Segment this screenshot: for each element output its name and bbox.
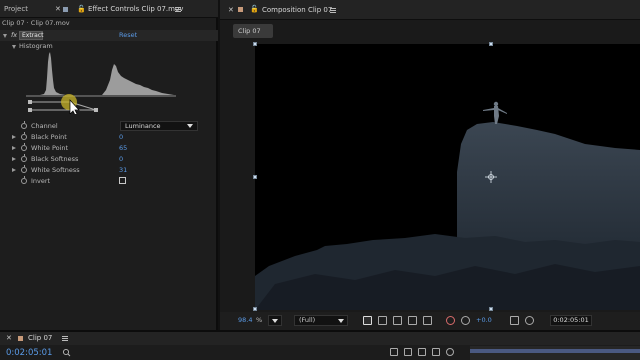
property-row-black-softness[interactable]: Black Softness 0 bbox=[0, 154, 218, 165]
layer-handle[interactable] bbox=[489, 307, 493, 311]
viewer-image bbox=[255, 101, 640, 310]
current-time-display[interactable]: 0:02:05:01 bbox=[550, 315, 592, 326]
resolution-dropdown[interactable]: (Full) bbox=[294, 315, 348, 326]
composition-tab-square-icon bbox=[238, 7, 243, 12]
comp-switch-icon[interactable] bbox=[390, 348, 398, 356]
timeline-timecode[interactable]: 0:02:05:01 bbox=[6, 348, 52, 358]
channel-dropdown-value: Luminance bbox=[125, 122, 161, 130]
exposure-offset[interactable]: +0.0 bbox=[476, 316, 492, 324]
histogram-graphic[interactable] bbox=[26, 50, 206, 114]
tab-effect-controls[interactable]: Effect Controls Clip 07.mov bbox=[88, 0, 183, 18]
timeline-tab-bar: ✕ Clip 07 bbox=[0, 332, 640, 345]
stopwatch-icon[interactable] bbox=[21, 154, 27, 162]
draft-3d-icon[interactable] bbox=[404, 348, 412, 356]
property-value[interactable]: 0 bbox=[119, 133, 123, 141]
frame-blending-icon[interactable] bbox=[432, 348, 440, 356]
zoom-unit: % bbox=[256, 316, 263, 324]
close-icon[interactable]: ✕ bbox=[228, 6, 234, 14]
expand-triangle-icon[interactable] bbox=[12, 135, 16, 139]
timeline-tab-square-icon bbox=[18, 336, 23, 341]
expand-triangle-icon[interactable] bbox=[12, 168, 16, 172]
show-snapshot-icon[interactable] bbox=[525, 316, 534, 325]
expand-triangle-icon[interactable] bbox=[12, 157, 16, 161]
viewer-toolbar: 98.4 % (Full) +0.0 0:02:05:01 bbox=[220, 312, 640, 330]
property-label: Channel bbox=[31, 122, 58, 130]
tab-timeline[interactable]: Clip 07 bbox=[28, 329, 52, 347]
chevron-down-icon bbox=[272, 319, 278, 323]
shy-layers-icon[interactable] bbox=[418, 348, 426, 356]
chevron-down-icon bbox=[187, 124, 193, 128]
reset-button[interactable]: Reset bbox=[119, 31, 137, 39]
search-icon[interactable] bbox=[62, 348, 102, 358]
collapse-triangle-icon[interactable] bbox=[3, 34, 7, 38]
transparency-grid-icon[interactable] bbox=[378, 316, 387, 325]
layer-handle[interactable] bbox=[489, 42, 493, 46]
timeline-switches[interactable] bbox=[390, 348, 470, 358]
histogram-curve-left bbox=[40, 52, 66, 95]
property-row-black-point[interactable]: Black Point 0 bbox=[0, 132, 218, 143]
exposure-reset-icon[interactable] bbox=[461, 316, 470, 325]
fx-toggle-icon[interactable]: fx bbox=[11, 31, 17, 39]
white-softness-handle bbox=[94, 108, 98, 112]
panel-menu-icon[interactable] bbox=[175, 7, 181, 12]
composition-flow-chip[interactable]: Clip 07 bbox=[233, 24, 273, 38]
panel-menu-icon[interactable] bbox=[62, 336, 68, 341]
fast-previews-icon[interactable] bbox=[363, 316, 372, 325]
lock-icon[interactable]: 🔓 bbox=[77, 5, 86, 13]
histogram-curve-right bbox=[102, 64, 174, 95]
stopwatch-icon[interactable] bbox=[21, 132, 27, 140]
property-label: Black Point bbox=[31, 133, 67, 141]
motion-blur-icon[interactable] bbox=[446, 348, 454, 356]
layer-handle[interactable] bbox=[253, 307, 257, 311]
camera-icon[interactable] bbox=[510, 316, 519, 325]
close-icon[interactable]: ✕ bbox=[55, 5, 61, 13]
collapse-triangle-icon[interactable] bbox=[12, 45, 16, 49]
stopwatch-icon[interactable] bbox=[21, 143, 27, 151]
effect-name[interactable]: Extract bbox=[19, 31, 44, 40]
property-value[interactable]: 65 bbox=[119, 144, 127, 152]
person-silhouette bbox=[483, 101, 507, 124]
expand-triangle-icon[interactable] bbox=[12, 146, 16, 150]
channel-dropdown[interactable]: Luminance bbox=[120, 121, 198, 131]
work-area-bar[interactable] bbox=[470, 349, 640, 353]
property-label: Invert bbox=[31, 177, 51, 185]
stopwatch-icon[interactable] bbox=[21, 176, 27, 184]
left-panel-tab-bar: Project ✕ 🔓 Effect Controls Clip 07.mov bbox=[0, 0, 218, 18]
project-tab-square-icon bbox=[63, 7, 68, 12]
composition-tab-bar: ✕ 🔓 Composition Clip 07 bbox=[220, 0, 640, 20]
black-softness-handle bbox=[28, 108, 32, 112]
composition-viewer[interactable] bbox=[255, 44, 640, 310]
property-row-channel[interactable]: Channel Luminance bbox=[0, 121, 218, 132]
black-point-handle bbox=[28, 100, 32, 104]
property-label: Black Softness bbox=[31, 155, 79, 163]
property-row-white-softness[interactable]: White Softness 31 bbox=[0, 165, 218, 176]
property-row-white-point[interactable]: White Point 65 bbox=[0, 143, 218, 154]
region-of-interest-icon[interactable] bbox=[393, 316, 402, 325]
property-row-invert[interactable]: Invert bbox=[0, 176, 218, 187]
panel-menu-icon[interactable] bbox=[330, 8, 336, 13]
histogram-label: Histogram bbox=[19, 42, 53, 50]
resolution-value: (Full) bbox=[299, 316, 316, 324]
lock-icon[interactable]: 🔓 bbox=[250, 5, 259, 13]
stopwatch-icon[interactable] bbox=[21, 121, 27, 129]
layer-handle[interactable] bbox=[253, 42, 257, 46]
invert-checkbox[interactable] bbox=[119, 177, 126, 184]
property-label: White Point bbox=[31, 144, 69, 152]
3d-view-icon[interactable] bbox=[408, 316, 417, 325]
zoom-value[interactable]: 98.4 bbox=[238, 316, 252, 324]
tab-project[interactable]: Project bbox=[4, 0, 28, 18]
layer-handle[interactable] bbox=[253, 175, 257, 179]
zoom-dropdown[interactable] bbox=[268, 315, 282, 326]
property-value[interactable]: 31 bbox=[119, 166, 127, 174]
tab-composition[interactable]: Composition Clip 07 bbox=[262, 1, 332, 19]
effect-row-extract[interactable]: fx Extract Reset bbox=[0, 30, 218, 41]
stopwatch-icon[interactable] bbox=[21, 165, 27, 173]
property-value[interactable]: 0 bbox=[119, 155, 123, 163]
guides-icon[interactable] bbox=[423, 316, 432, 325]
close-icon[interactable]: ✕ bbox=[6, 334, 12, 342]
clip-path-label: Clip 07 · Clip 07.mov bbox=[2, 19, 70, 27]
color-management-icon[interactable] bbox=[446, 316, 455, 325]
property-label: White Softness bbox=[31, 166, 80, 174]
chevron-down-icon bbox=[338, 319, 344, 323]
